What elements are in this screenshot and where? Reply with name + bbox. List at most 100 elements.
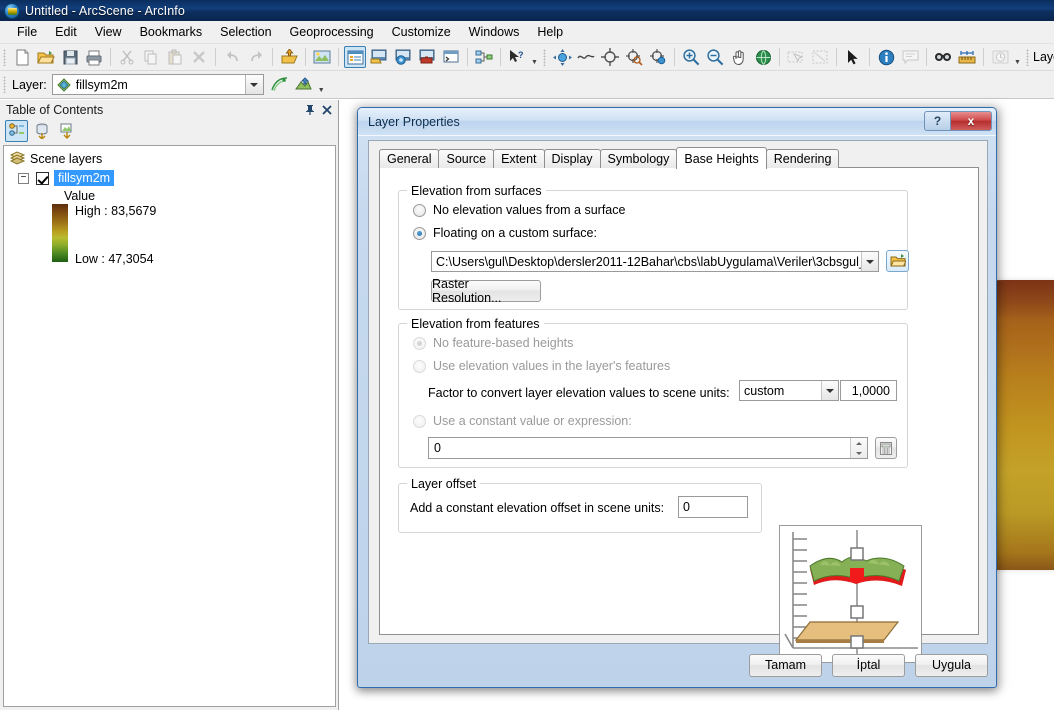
select-features-icon[interactable] bbox=[785, 46, 807, 68]
spin-down-icon[interactable] bbox=[851, 448, 867, 458]
layer-combo-arrow-icon[interactable] bbox=[244, 75, 263, 94]
surface-path-combo-arrow-icon[interactable] bbox=[861, 252, 878, 271]
fly-icon[interactable] bbox=[575, 46, 597, 68]
menu-file[interactable]: File bbox=[8, 23, 46, 42]
tools-toolbar-overflow[interactable] bbox=[1012, 46, 1023, 68]
factor-unit-combo[interactable]: custom bbox=[739, 380, 839, 401]
html-popup-icon[interactable] bbox=[899, 46, 921, 68]
copy-icon[interactable] bbox=[140, 46, 162, 68]
list-by-visibility-icon[interactable] bbox=[55, 120, 78, 142]
set-observer-icon[interactable] bbox=[647, 46, 669, 68]
menu-edit[interactable]: Edit bbox=[46, 23, 86, 42]
scene-properties-icon[interactable] bbox=[311, 46, 333, 68]
zoom-out-icon[interactable] bbox=[704, 46, 726, 68]
ok-button[interactable]: Tamam bbox=[749, 653, 822, 677]
measure-icon[interactable] bbox=[956, 46, 978, 68]
model-builder-icon[interactable] bbox=[473, 46, 495, 68]
factor-value-field[interactable]: 1,0000 bbox=[840, 380, 897, 401]
toc-expander-icon[interactable]: − bbox=[18, 172, 29, 184]
tab-rendering[interactable]: Rendering bbox=[765, 149, 840, 168]
python-window-icon[interactable] bbox=[440, 46, 462, 68]
navigate-icon[interactable] bbox=[551, 46, 573, 68]
clear-selection-icon[interactable] bbox=[809, 46, 831, 68]
tab-general[interactable]: General bbox=[379, 149, 440, 168]
no-feature-based-heights-radio[interactable] bbox=[413, 336, 426, 350]
whats-this-help-icon[interactable]: ? bbox=[506, 46, 528, 68]
toolbar-grip[interactable] bbox=[1026, 48, 1029, 66]
toc-root-scene-layers[interactable]: Scene layers bbox=[8, 150, 335, 168]
toc-layer-checkbox[interactable] bbox=[36, 171, 49, 185]
pin-icon[interactable] bbox=[303, 103, 317, 117]
menu-view[interactable]: View bbox=[86, 23, 131, 42]
pan-icon[interactable] bbox=[728, 46, 750, 68]
delete-icon[interactable] bbox=[188, 46, 210, 68]
constant-value-spinbox[interactable]: 0 bbox=[428, 437, 868, 459]
no-elevation-values-radio[interactable] bbox=[413, 203, 426, 217]
list-by-drawing-order-icon[interactable] bbox=[5, 120, 28, 142]
catalog-window-icon[interactable] bbox=[368, 46, 390, 68]
toolbar-grip[interactable] bbox=[3, 48, 6, 66]
factor-unit-combo-arrow-icon[interactable] bbox=[821, 381, 838, 400]
help-button[interactable]: ? bbox=[924, 111, 951, 131]
search-window-icon[interactable] bbox=[392, 46, 414, 68]
list-by-source-icon[interactable] bbox=[30, 120, 53, 142]
cancel-button[interactable]: İptal bbox=[832, 653, 905, 677]
standard-toolbar-overflow[interactable] bbox=[529, 46, 540, 68]
select-elements-icon[interactable] bbox=[842, 46, 864, 68]
menu-windows[interactable]: Windows bbox=[460, 23, 529, 42]
table-of-contents-icon[interactable] bbox=[344, 46, 366, 68]
layer-face-culling-icon[interactable] bbox=[293, 74, 315, 96]
menu-customize[interactable]: Customize bbox=[383, 23, 460, 42]
add-data-icon[interactable] bbox=[278, 46, 300, 68]
floating-custom-surface-option[interactable]: Floating on a custom surface: bbox=[413, 226, 597, 240]
close-button[interactable]: x bbox=[951, 111, 992, 131]
toolbar-grip[interactable] bbox=[3, 76, 6, 93]
close-icon[interactable] bbox=[320, 103, 334, 117]
layer-combo[interactable]: fillsym2m bbox=[51, 74, 264, 95]
redo-icon[interactable] bbox=[245, 46, 267, 68]
menu-help[interactable]: Help bbox=[528, 23, 572, 42]
spin-up-icon[interactable] bbox=[851, 438, 867, 448]
use-constant-value-radio[interactable] bbox=[413, 414, 426, 428]
use-constant-value-option[interactable]: Use a constant value or expression: bbox=[413, 414, 632, 428]
use-layer-elevation-values-option[interactable]: Use elevation values in the layer's feat… bbox=[413, 359, 670, 373]
layer-offset-field[interactable]: 0 bbox=[678, 496, 748, 518]
constant-value-input[interactable]: 0 bbox=[429, 438, 850, 458]
zoom-to-target-icon[interactable] bbox=[623, 46, 645, 68]
no-elevation-values-option[interactable]: No elevation values from a surface bbox=[413, 203, 625, 217]
zoom-in-icon[interactable] bbox=[680, 46, 702, 68]
new-document-icon[interactable] bbox=[11, 46, 33, 68]
full-extent-icon[interactable] bbox=[752, 46, 774, 68]
save-icon[interactable] bbox=[59, 46, 81, 68]
layer-toolbar-overflow[interactable] bbox=[316, 74, 327, 96]
no-feature-based-heights-option[interactable]: No feature-based heights bbox=[413, 336, 573, 350]
menu-bookmarks[interactable]: Bookmarks bbox=[131, 23, 212, 42]
center-on-target-icon[interactable] bbox=[599, 46, 621, 68]
toc-layer-fillsym2m[interactable]: − fillsym2m bbox=[8, 169, 335, 187]
cut-icon[interactable] bbox=[116, 46, 138, 68]
tab-source[interactable]: Source bbox=[438, 149, 495, 168]
tab-extent[interactable]: Extent bbox=[493, 149, 545, 168]
use-layer-elevation-values-radio[interactable] bbox=[413, 359, 426, 373]
print-icon[interactable] bbox=[83, 46, 105, 68]
surface-path-combo[interactable]: C:\Users\gul\Desktop\dersler2011-12Bahar… bbox=[431, 251, 879, 272]
calculator-icon[interactable] bbox=[875, 437, 897, 459]
constant-value-spin-arrows[interactable] bbox=[850, 438, 867, 458]
arctoolbox-icon[interactable] bbox=[416, 46, 438, 68]
time-slider-icon[interactable] bbox=[989, 46, 1011, 68]
raster-resolution-button[interactable]: Raster Resolution... bbox=[431, 277, 541, 305]
paste-icon[interactable] bbox=[164, 46, 186, 68]
identify-icon[interactable] bbox=[875, 46, 897, 68]
find-icon[interactable] bbox=[932, 46, 954, 68]
undo-icon[interactable] bbox=[221, 46, 243, 68]
open-folder-icon[interactable] bbox=[886, 250, 909, 272]
3d-effects-icon[interactable] bbox=[269, 74, 291, 96]
toolbar-grip[interactable] bbox=[543, 48, 546, 66]
tab-display[interactable]: Display bbox=[543, 149, 601, 168]
floating-custom-surface-radio[interactable] bbox=[413, 226, 426, 240]
tab-base-heights[interactable]: Base Heights bbox=[676, 147, 767, 169]
apply-button[interactable]: Uygula bbox=[915, 653, 988, 677]
menu-selection[interactable]: Selection bbox=[211, 23, 280, 42]
toc-layer-label[interactable]: fillsym2m bbox=[54, 170, 115, 186]
menu-geoprocessing[interactable]: Geoprocessing bbox=[281, 23, 383, 42]
